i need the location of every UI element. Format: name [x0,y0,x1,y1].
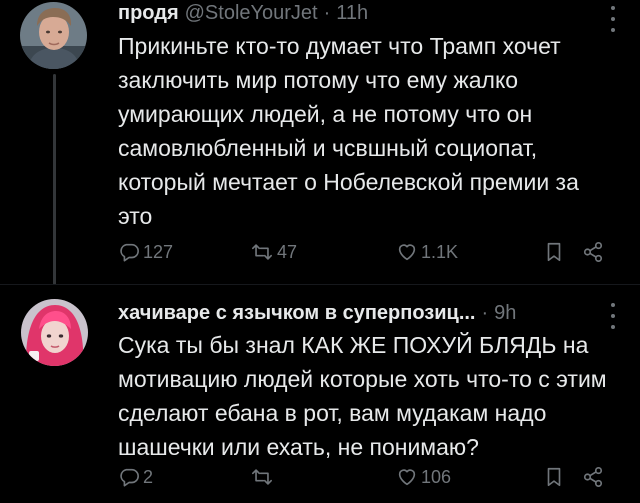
share-button[interactable] [582,237,604,267]
retweet-button[interactable]: 47 [250,237,297,267]
avatar-photo [21,299,88,366]
tweet-text: Сука ты бы знал КАК ЖЕ ПОХУЙ БЛЯДЬ на мо… [118,332,607,460]
timestamp[interactable]: 11h [336,1,368,25]
thread-line [53,74,56,285]
reply-bubble-icon [120,243,139,262]
reply-button[interactable]: 127 [118,237,173,267]
action-bar: 2 106 [118,462,618,492]
like-count: 1.1K [421,241,459,262]
bookmark-button[interactable] [544,237,564,267]
user-handle[interactable]: @StoleYourJet [185,1,318,25]
heart-icon [398,244,416,261]
bookmark-button[interactable] [544,462,564,492]
reply-bubble-icon [120,468,139,487]
separator-dot: · [323,2,331,24]
display-name[interactable]: продя [118,1,179,25]
bookmark-icon [547,242,561,262]
more-dots-icon[interactable] [608,303,618,329]
retweet-button[interactable] [250,462,274,492]
retweet-arrows-icon [252,469,272,485]
action-bar: 127 47 1.1K [118,237,618,267]
share-icon [583,467,603,487]
bookmark-icon [547,467,561,487]
tweet-header: хачиваре с язычком в суперпозиц... · 9h [118,301,516,325]
share-button[interactable] [582,462,604,492]
separator-dot: · [481,302,489,324]
tweet-header: продя @StoleYourJet · 11h [118,1,368,25]
tweet-text: Прикиньте кто-то думает что Трамп хочет … [118,33,579,229]
tweet[interactable]: продя @StoleYourJet · 11h Прикиньте кто-… [0,0,640,285]
like-button[interactable]: 1.1K [396,237,458,267]
timestamp[interactable]: 9h [494,301,516,325]
like-count: 106 [421,466,452,487]
reply-button[interactable]: 2 [118,462,153,492]
reply-count: 2 [143,466,154,487]
tweet[interactable]: хачиваре с язычком в суперпозиц... · 9h … [0,285,640,503]
retweet-count: 47 [277,241,298,262]
display-name[interactable]: хачиваре с язычком в суперпозиц... [118,301,476,325]
avatar[interactable] [20,2,87,69]
like-button[interactable]: 106 [396,462,451,492]
share-icon [583,242,603,262]
retweet-arrows-icon [252,244,272,260]
avatar[interactable] [21,299,88,366]
avatar-photo [20,2,87,69]
reply-count: 127 [143,241,174,262]
heart-icon [398,469,416,486]
